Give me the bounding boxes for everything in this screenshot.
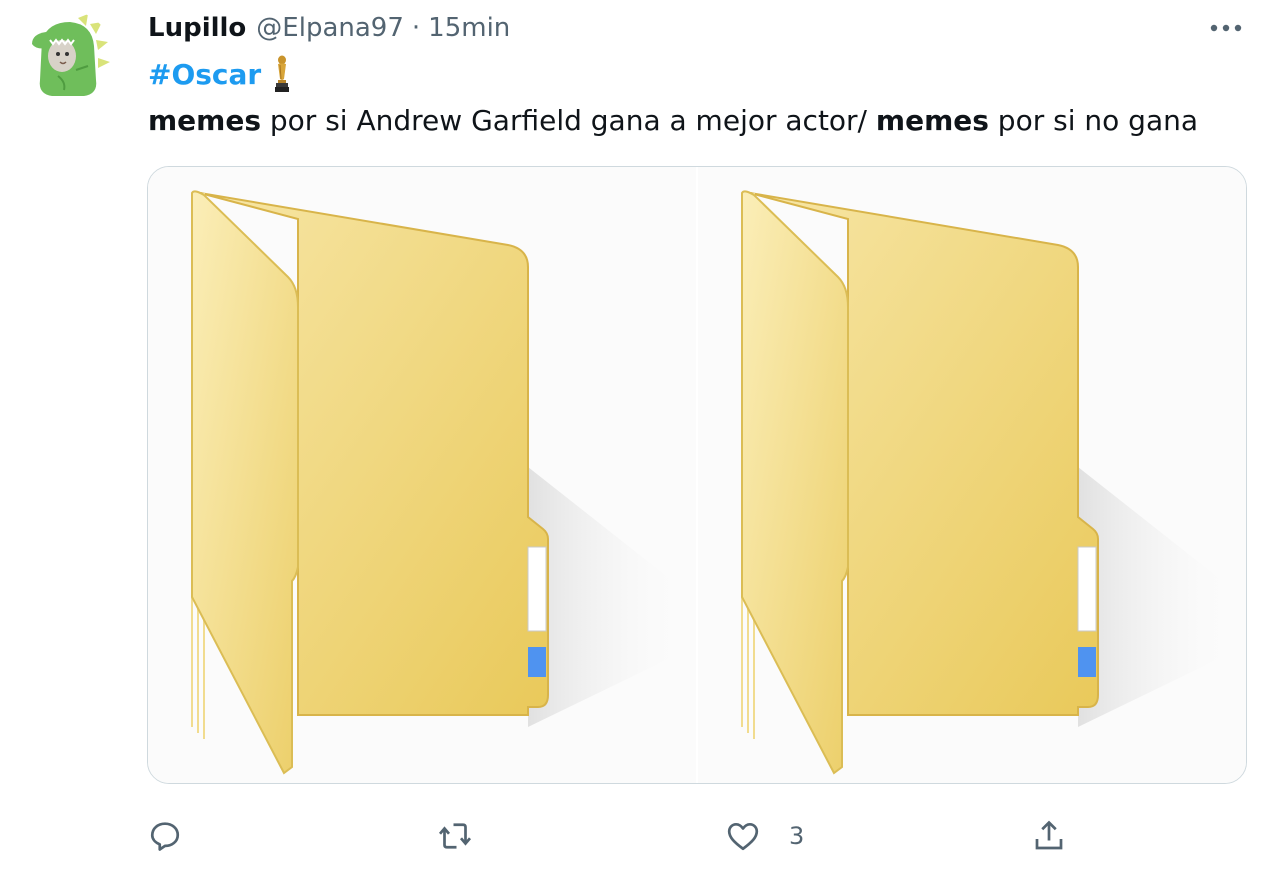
share-button[interactable]: [1031, 808, 1067, 864]
like-count: 3: [789, 822, 805, 850]
reply-button[interactable]: [147, 808, 183, 864]
dinosaur-costume-avatar-icon: [32, 14, 110, 96]
folder-icon: [741, 190, 1243, 775]
retweet-button[interactable]: [437, 808, 473, 864]
tweet-actions: 3: [147, 808, 1247, 864]
tweet: Lupillo @Elpana97 · 15min #Oscar memes p…: [0, 0, 1280, 878]
header-separator: ·: [411, 13, 421, 43]
tweet-media: [147, 166, 1247, 784]
tweet-hashtag-line: #Oscar: [148, 54, 293, 94]
media-image-2[interactable]: [698, 167, 1246, 783]
avatar[interactable]: [18, 10, 114, 106]
more-options-button[interactable]: [1206, 14, 1246, 42]
tweet-text-part-4: por si no gana: [988, 103, 1199, 137]
author-display-name[interactable]: Lupillo: [148, 13, 246, 43]
tweet-text-bold-1: memes: [148, 103, 261, 137]
tweet-header: Lupillo @Elpana97 · 15min: [148, 10, 510, 46]
media-image-1[interactable]: [148, 167, 696, 783]
heart-icon: [727, 822, 759, 851]
hashtag-link[interactable]: #Oscar: [148, 58, 261, 91]
retweet-icon: [438, 823, 472, 849]
tweet-text-bold-2: memes: [875, 103, 989, 137]
folder-icon: [191, 190, 693, 775]
trophy-icon: [275, 55, 290, 92]
more-icon: [1210, 24, 1242, 32]
reply-icon: [150, 822, 180, 851]
tweet-timestamp[interactable]: 15min: [428, 13, 510, 43]
tweet-text-part-2: por si Andrew Garfield gana a mejor acto…: [261, 103, 876, 137]
like-button[interactable]: 3: [725, 808, 804, 864]
tweet-text: memes por si Andrew Garfield gana a mejo…: [148, 100, 1198, 140]
share-icon: [1035, 820, 1063, 850]
author-handle[interactable]: @Elpana97: [256, 13, 404, 43]
